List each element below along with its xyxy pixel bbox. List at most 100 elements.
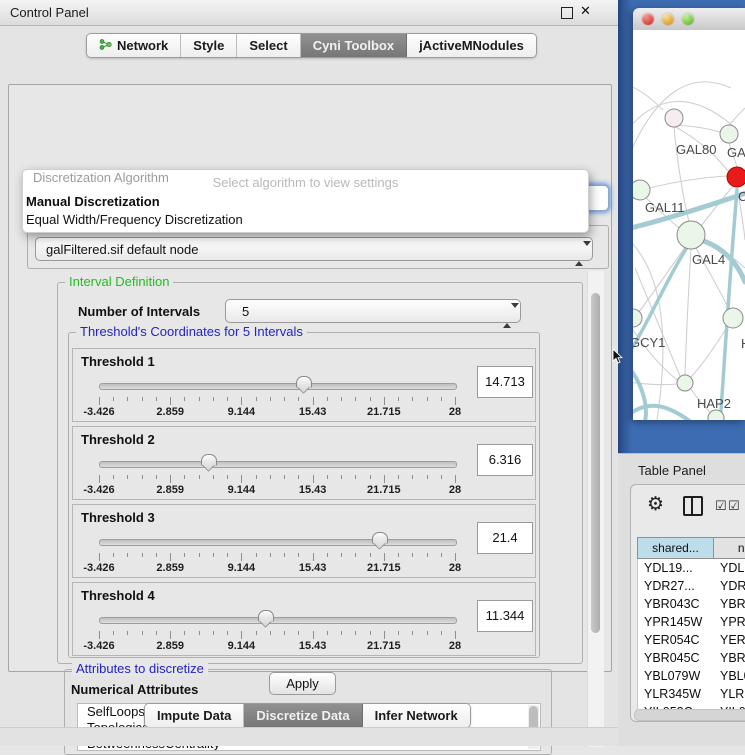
number-of-intervals-spinner[interactable]: 5 [225,299,521,323]
table-cell[interactable]: YDL19... [638,559,714,577]
tab-style[interactable]: Style [181,34,237,57]
slider-track[interactable] [99,617,457,624]
column-header-shared[interactable]: shared... [638,538,714,558]
content-vertical-scrollbar[interactable] [587,271,604,747]
gal11-node[interactable] [633,180,650,200]
table-cell[interactable]: YLR345W [638,685,714,703]
table-cell[interactable]: YBR0 [714,595,745,613]
table-cell[interactable]: YBR0 [714,649,745,667]
table-cell[interactable]: YDL1 [714,559,745,577]
table-cell[interactable]: YER0 [714,631,745,649]
threshold-1-slider[interactable]: -3.4262.8599.14415.4321.71528 [99,377,455,419]
table-row[interactable]: YER054CYER0 [638,631,745,649]
table-row[interactable]: YDR27...YDR2 [638,577,745,595]
scale-label: 15.43 [299,484,327,496]
slider-thumb[interactable] [372,532,388,544]
slider-thumb[interactable] [258,610,274,622]
h-node[interactable] [723,308,743,328]
table-cell[interactable]: YER054C [638,631,714,649]
network-window[interactable]: GAL80GACGAL11GAL4GCY1HHAP2 [633,8,745,420]
tick-mark [313,553,314,561]
threshold-3-value-field[interactable]: 21.4 [477,522,533,554]
scale-label: -3.426 [83,640,114,652]
threshold-4-slider[interactable]: -3.4262.8599.14415.4321.71528 [99,611,455,653]
table-cell[interactable]: YBL0 [714,667,745,685]
threshold-2-slider[interactable]: -3.4262.8599.14415.4321.71528 [99,455,455,497]
scale-label: 28 [449,406,461,418]
discretization-algorithm-group-title: Discretization Algorithm [33,170,169,185]
table-row[interactable]: YBR045CYBR0 [638,649,745,667]
hap2-node[interactable] [677,375,693,391]
network-edge-thick [633,406,691,420]
tick-mark [441,397,442,401]
table-cell[interactable]: YPR1 [714,613,745,631]
table-cell[interactable]: YBR045C [638,649,714,667]
checkbox-icon[interactable]: ☑ [728,498,740,514]
columns-icon[interactable] [683,496,703,516]
close-icon[interactable]: ✕ [580,3,591,19]
zoom-traffic-light-icon[interactable] [682,13,694,25]
tick-mark [427,475,428,479]
algorithm-option-equal-width-frequency[interactable]: Equal Width/Frequency Discretization [26,212,243,227]
threshold-3-slider[interactable]: -3.4262.8599.14415.4321.71528 [99,533,455,575]
tab-infer-network[interactable]: Infer Network [363,704,470,727]
slider-track[interactable] [99,383,457,390]
tab-discretize-data[interactable]: Discretize Data [244,704,362,727]
table-cell[interactable]: YBL079W [638,667,714,685]
table-cell[interactable]: YBR043C [638,595,714,613]
slider-track[interactable] [99,461,457,468]
minimize-traffic-light-icon[interactable] [662,13,674,25]
tick-mark [327,553,328,557]
slider-track[interactable] [99,539,457,546]
slider-thumb[interactable] [201,454,217,466]
tick-mark [199,631,200,635]
network-edge-thick [720,190,737,420]
apply-button[interactable]: Apply [269,672,336,695]
gear-icon[interactable]: ⚙ [647,493,664,516]
table-data-combobox[interactable]: galFiltered.sif default node [35,237,593,261]
column-header-name[interactable]: na [714,538,745,558]
top-right-node[interactable] [720,125,738,143]
network-canvas[interactable]: GAL80GACGAL11GAL4GCY1HHAP2 [633,30,745,420]
table-horizontal-scrollbar[interactable] [634,709,745,721]
tab-impute-data[interactable]: Impute Data [145,704,244,727]
table-row[interactable]: YBR043CYBR0 [638,595,745,613]
scrollbar-thumb[interactable] [591,293,600,633]
tab-cyni-toolbox[interactable]: Cyni Toolbox [301,34,407,57]
scale-label: 9.144 [228,640,256,652]
float-window-icon[interactable] [561,7,573,19]
close-traffic-light-icon[interactable] [642,13,654,25]
threshold-4-value-field[interactable]: 11.344 [477,600,533,632]
red-node[interactable] [727,167,745,187]
tab-select[interactable]: Select [237,34,300,57]
tab-network[interactable]: Network [87,34,181,57]
tick-mark [441,553,442,557]
table-cell[interactable]: YDR27... [638,577,714,595]
table-row[interactable]: YBL079WYBL0 [638,667,745,685]
threshold-1-value-field[interactable]: 14.713 [477,366,533,398]
tick-mark [370,631,371,635]
checkbox-icon[interactable]: ☑ [715,498,727,514]
algorithm-option-manual-discretization[interactable]: Manual Discretization [26,194,160,209]
table-cell[interactable]: YPR145W [638,613,714,631]
gcy1-node[interactable] [633,309,642,327]
tick-mark [227,475,228,479]
gal4-node[interactable] [677,221,705,249]
table-row[interactable]: YDL19...YDL1 [638,559,745,577]
numerical-attributes-label: Numerical Attributes [71,682,198,697]
table-cell[interactable]: YLR3 [714,685,745,703]
tick-mark [270,553,271,557]
tick-mark [213,631,214,635]
gal80-node[interactable] [665,109,683,127]
table-row[interactable]: YLR345WYLR3 [638,685,745,703]
tick-mark [341,475,342,479]
tab-jactivemnodules[interactable]: jActiveMNodules [407,34,536,57]
threshold-2-value-field[interactable]: 6.316 [477,444,533,476]
tick-mark [113,553,114,557]
table-cell[interactable]: YDR2 [714,577,745,595]
tick-mark [298,475,299,479]
scale-label: -3.426 [83,484,114,496]
slider-thumb[interactable] [296,376,312,388]
network-window-titlebar[interactable] [633,8,745,31]
table-row[interactable]: YPR145WYPR1 [638,613,745,631]
